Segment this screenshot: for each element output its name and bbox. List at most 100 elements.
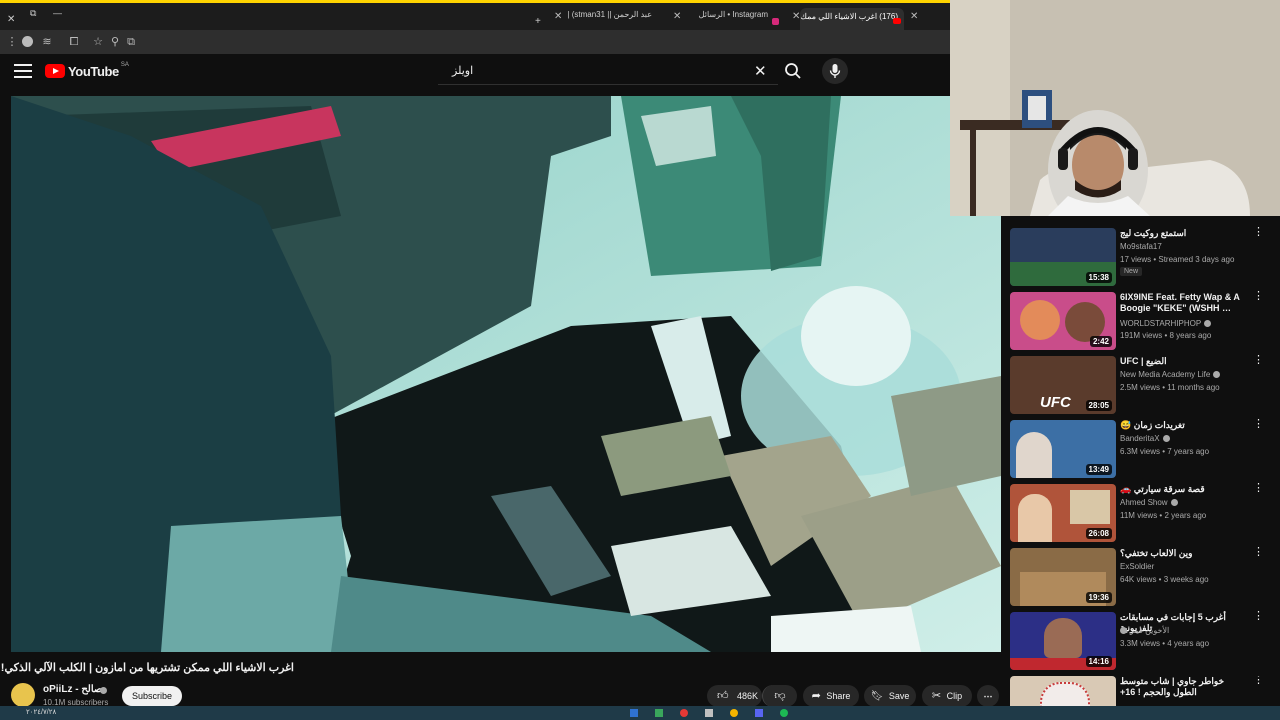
tab-tiktok[interactable]: عبد الرحمن || TikTok | (stman31	[566, 10, 652, 30]
channel-name-text: الأخوين قمر	[1130, 626, 1170, 635]
clip-button[interactable]: ✂ Clip	[922, 685, 972, 707]
duration-badge: 26:08	[1085, 528, 1112, 539]
verified-badge-icon	[100, 687, 107, 694]
ufc-logo-icon: UFC	[1040, 394, 1071, 411]
more-options-icon[interactable]: ⋮	[1253, 483, 1264, 494]
recommendation-title[interactable]: تغريدات زمان 😅	[1120, 420, 1250, 431]
verified-badge-icon	[1204, 320, 1212, 328]
app-icon[interactable]	[655, 709, 663, 717]
recommendation-channel[interactable]: Ahmed Show	[1120, 498, 1178, 507]
recommendation-item[interactable]: 14:16 أغرب 5 إجابات في مسابقات تلفزيونية…	[1010, 611, 1278, 672]
close-window-icon[interactable]: ✕	[7, 14, 15, 25]
recommendation-title[interactable]: خواطر جاوي | شاب متوسط الطول والحجم ! 16…	[1120, 676, 1250, 698]
duration-badge: 28:05	[1085, 400, 1112, 411]
dislike-button[interactable]: 👎︎	[762, 685, 797, 707]
recommendation-item[interactable]: 26:08 قصة سرقة سيارتي 🚗 Ahmed Show 11M v…	[1010, 483, 1278, 544]
extensions-icon[interactable]: ≋	[40, 35, 54, 49]
app-icon[interactable]	[780, 709, 788, 717]
recommendation-meta: 3.3M views • 4 years ago	[1120, 639, 1210, 648]
recommendation-item[interactable]: 15:38 استمتع روكيت ليج Mo9stafa17 17 vie…	[1010, 227, 1278, 288]
zoom-icon[interactable]: ⚲	[108, 35, 122, 49]
country-code: SA	[120, 62, 129, 68]
recommendation-item[interactable]: 2:42 6IX9INE Feat. Fetty Wap & A Boogie …	[1010, 291, 1278, 352]
recommendation-channel[interactable]: Mo9stafa17	[1120, 242, 1162, 251]
recommendation-channel[interactable]: الأخوين قمر	[1120, 626, 1169, 635]
recommendation-channel[interactable]: New Media Academy Life	[1120, 370, 1221, 379]
tab-close-icon[interactable]: ✕	[673, 11, 681, 22]
app-icon[interactable]	[730, 709, 738, 717]
video-thumbnail[interactable]: 13:49	[1010, 420, 1116, 478]
channel-name-text: BanderitaX	[1120, 434, 1160, 443]
more-options-icon[interactable]: ⋮	[1253, 227, 1264, 238]
recommendation-item[interactable]: خواطر جاوي | شاب متوسط الطول والحجم ! 16…	[1010, 676, 1278, 706]
taskbar	[0, 706, 1280, 720]
screenshot-icon[interactable]: ⧠	[67, 35, 81, 49]
save-button[interactable]: 🔖︎ Save	[864, 685, 916, 707]
duration-badge: 19:36	[1085, 592, 1112, 603]
more-actions-icon[interactable]: ⋯	[977, 685, 999, 707]
hamburger-menu-icon[interactable]	[14, 64, 32, 78]
new-tab-icon[interactable]: +	[535, 16, 541, 27]
voice-search-button[interactable]	[822, 58, 848, 84]
bookmark-star-icon[interactable]: ☆	[91, 35, 105, 49]
like-count: 486K	[737, 691, 759, 701]
clear-search-icon[interactable]: ✕	[754, 62, 767, 80]
recommendation-title[interactable]: استمتع روكيت ليج	[1120, 228, 1250, 239]
recommendation-channel[interactable]: ExSoldier	[1120, 562, 1154, 571]
video-title: اغرب الاشياء اللي ممكن تشتريها من امازون…	[0, 662, 294, 674]
channel-name[interactable]: oPiiLz - صالح	[43, 684, 102, 695]
more-options-icon[interactable]: ⋮	[1253, 291, 1264, 302]
more-options-icon[interactable]: ⋮	[1253, 355, 1264, 366]
recommendation-meta: 17 views • Streamed 3 days ago	[1120, 255, 1235, 264]
recommendation-title[interactable]: وين الالعاب تختفي؟	[1120, 548, 1250, 559]
recommendation-title[interactable]: UFC | الضيع	[1120, 356, 1250, 367]
more-options-icon[interactable]: ⋮	[1253, 419, 1264, 430]
more-options-icon[interactable]: ⋮	[1253, 676, 1264, 686]
app-icon[interactable]	[680, 709, 688, 717]
tab-close-icon[interactable]: ✕	[910, 11, 918, 22]
more-options-icon[interactable]: ⋮	[1253, 611, 1264, 622]
duration-badge: 15:38	[1085, 272, 1112, 283]
recommendation-item[interactable]: 13:49 تغريدات زمان 😅 BanderitaX 6.3M vie…	[1010, 419, 1278, 480]
instagram-icon	[772, 18, 779, 25]
youtube-favicon-icon	[893, 18, 901, 24]
youtube-logo[interactable]: YouTube SA	[45, 62, 129, 79]
share-arrow-icon: ➦	[811, 690, 821, 702]
clip-label: Clip	[946, 691, 963, 701]
recommendation-title[interactable]: 6IX9INE Feat. Fetty Wap & A Boogie "KEKE…	[1120, 292, 1250, 314]
app-icon[interactable]	[630, 709, 638, 717]
video-thumbnail[interactable]: 15:38	[1010, 228, 1116, 286]
recommendation-item[interactable]: 19:36 وين الالعاب تختفي؟ ExSoldier 64K v…	[1010, 547, 1278, 608]
search-box[interactable]	[438, 58, 778, 85]
app-icon[interactable]	[705, 709, 713, 717]
share-button[interactable]: ➦ Share	[803, 685, 859, 707]
tab-instagram[interactable]: Instagram • الرسائل	[684, 10, 768, 30]
video-thumbnail[interactable]	[1010, 676, 1116, 706]
thumbnail-newspaper	[1070, 490, 1110, 524]
video-thumbnail[interactable]: 2:42	[1010, 292, 1116, 350]
tab-close-icon[interactable]: ✕	[554, 11, 562, 22]
search-icon[interactable]	[783, 61, 803, 81]
recommendation-item[interactable]: UFC 28:05 UFC | الضيع New Media Academy …	[1010, 355, 1278, 416]
video-thumbnail[interactable]: 26:08	[1010, 484, 1116, 542]
restore-window-icon[interactable]: ⧉	[30, 8, 36, 19]
subscribe-button[interactable]: Subscribe	[122, 686, 182, 706]
app-icon[interactable]	[755, 709, 763, 717]
recommendation-title[interactable]: قصة سرقة سيارتي 🚗	[1120, 484, 1250, 495]
profile-icon[interactable]	[22, 36, 33, 47]
channel-avatar[interactable]	[11, 683, 35, 707]
video-thumbnail[interactable]: 19:36	[1010, 548, 1116, 606]
menu-dots-icon[interactable]: ⋮	[5, 35, 19, 49]
video-thumbnail[interactable]: UFC 28:05	[1010, 356, 1116, 414]
recommendation-channel[interactable]: BanderitaX	[1120, 434, 1170, 443]
minimize-window-icon[interactable]: —	[53, 8, 62, 18]
search-input[interactable]: اويلز	[452, 64, 473, 77]
video-thumbnail[interactable]: 14:16	[1010, 612, 1116, 670]
video-player[interactable]	[11, 96, 1001, 652]
more-options-icon[interactable]: ⋮	[1253, 547, 1264, 558]
recommendation-channel[interactable]: WORLDSTARHIPHOP	[1120, 319, 1212, 328]
scissors-icon: ✂	[931, 690, 942, 702]
save-label: Save	[888, 691, 910, 701]
like-button[interactable]: 👍︎ 486K	[707, 685, 762, 707]
share-page-icon[interactable]: ⧉	[124, 35, 138, 49]
